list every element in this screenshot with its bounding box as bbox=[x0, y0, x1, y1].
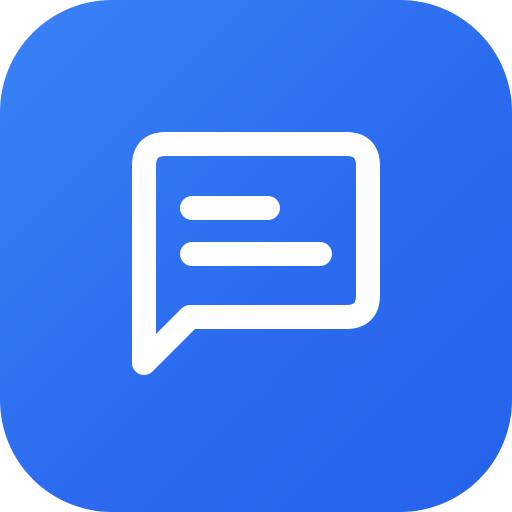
chat-bubble-icon bbox=[132, 132, 380, 375]
app-icon[interactable] bbox=[0, 0, 512, 512]
